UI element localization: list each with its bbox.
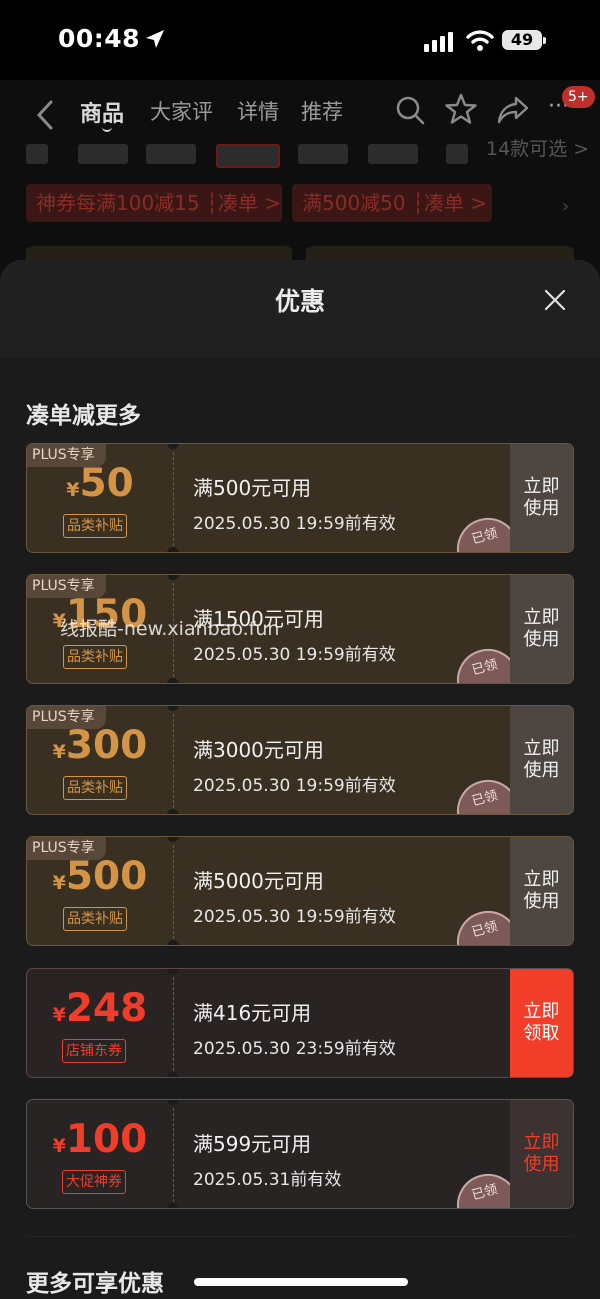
currency-symbol: ¥ <box>52 1004 66 1026</box>
location-arrow-icon <box>146 30 164 48</box>
wifi-icon <box>466 30 494 51</box>
coupon-divider <box>173 977 174 1071</box>
color-thumbnail-selected[interactable] <box>216 144 280 168</box>
chevron-right-icon[interactable]: › <box>562 196 569 217</box>
coupon-amount: ¥248 <box>27 986 173 1031</box>
coupon-notch <box>167 547 179 552</box>
search-icon[interactable] <box>394 94 426 126</box>
coupon-notch <box>167 969 179 974</box>
watermark-text: 线报酷-new.xianbao.fun <box>60 618 280 640</box>
coupon-value: 248 <box>65 986 148 1031</box>
battery-tip <box>543 37 546 44</box>
status-time: 00:48 <box>58 24 141 53</box>
coupon-action-label: 立即 使用 <box>523 1132 560 1175</box>
coupon-validity: 2025.05.30 19:59前有效 <box>193 645 396 665</box>
color-thumbnail[interactable] <box>298 144 348 164</box>
currency-symbol: ¥ <box>52 741 66 763</box>
coupon-validity: 2025.05.31前有效 <box>193 1170 342 1190</box>
coupon-amount: ¥50 <box>27 461 173 506</box>
currency-symbol: ¥ <box>66 479 80 501</box>
tab-reviews[interactable]: 大家评 <box>150 96 213 126</box>
coupon-action-label: 立即 使用 <box>523 607 560 650</box>
color-thumbnail[interactable] <box>446 144 468 164</box>
coupon-card[interactable]: PLUS专享 ¥50 品类补贴 满500元可用 2025.05.30 19:59前有… <box>26 443 574 553</box>
coupon-action-button[interactable]: 立即 使用 <box>510 706 573 814</box>
coupon-category-tag: 大促神券 <box>62 1170 126 1194</box>
close-icon[interactable] <box>544 289 566 311</box>
currency-symbol: ¥ <box>52 872 66 894</box>
currency-symbol: ¥ <box>52 1135 66 1157</box>
coupon-notch <box>167 706 179 711</box>
coupon-notch <box>167 575 179 580</box>
coupon-notch <box>167 1203 179 1208</box>
coupon-notch <box>167 837 179 842</box>
coupon-divider <box>173 714 174 808</box>
coupon-action-label: 立即 使用 <box>523 738 560 781</box>
home-indicator <box>194 1278 408 1286</box>
coupon-condition: 满3000元可用 <box>193 738 324 762</box>
coupon-validity: 2025.05.30 19:59前有效 <box>193 907 396 927</box>
battery-indicator: 49 <box>502 30 542 50</box>
coupon-notch <box>167 1100 179 1105</box>
coupon-value: 500 <box>65 854 148 899</box>
coupon-category-tag: 品类补贴 <box>63 776 127 800</box>
sheet-title: 优惠 <box>274 287 325 316</box>
coupon-amount: ¥500 <box>27 854 173 899</box>
coupon-divider <box>173 1108 174 1202</box>
coupon-condition: 满500元可用 <box>193 476 312 500</box>
coupon-card[interactable]: PLUS专享 ¥300 品类补贴 满3000元可用 2025.05.30 19:59… <box>26 705 574 815</box>
bg-coupon-chip[interactable]: 神券每满100减15 ┆凑单 > <box>26 184 282 222</box>
coupon-category-tag: 店铺东券 <box>62 1039 126 1063</box>
coupon-condition: 满416元可用 <box>193 1001 312 1025</box>
coupon-amount: ¥300 <box>27 723 173 768</box>
coupon-notch <box>167 444 179 449</box>
message-badge: 5+ <box>562 86 595 108</box>
divider <box>26 1236 574 1237</box>
coupon-condition: 满5000元可用 <box>193 869 324 893</box>
coupon-value: 300 <box>65 723 148 768</box>
favorite-star-icon[interactable] <box>444 92 478 126</box>
coupon-value: 50 <box>79 461 134 506</box>
tab-details[interactable]: 详情 <box>237 96 279 126</box>
coupon-card[interactable]: ¥100 大促神券 满599元可用 2025.05.31前有效 已领 立即 使用 <box>26 1099 574 1209</box>
coupon-validity: 2025.05.30 19:59前有效 <box>193 776 396 796</box>
cellular-signal-icon <box>424 32 453 52</box>
more-offers-title: 更多可享优惠 <box>26 1271 164 1297</box>
coupon-notch <box>167 1072 179 1077</box>
coupon-category-tag: 品类补贴 <box>63 645 127 669</box>
share-icon[interactable] <box>496 94 530 126</box>
coupon-action-label: 立即 领取 <box>523 1001 560 1044</box>
bg-coupon-chip[interactable]: 满500减50 ┆凑单 > <box>292 184 492 222</box>
coupon-validity: 2025.05.30 23:59前有效 <box>193 1039 396 1059</box>
color-thumbnail[interactable] <box>368 144 418 164</box>
coupon-card[interactable]: ¥248 店铺东券 满416元可用 2025.05.30 23:59前有效 立即 领取 <box>26 968 574 1078</box>
coupon-action-button[interactable]: 立即 使用 <box>510 837 573 945</box>
coupon-notch <box>167 678 179 683</box>
coupon-action-label: 立即 使用 <box>523 476 560 519</box>
color-thumbnail[interactable] <box>78 144 128 164</box>
tab-recommend[interactable]: 推荐 <box>301 96 343 126</box>
coupon-notch <box>167 940 179 945</box>
coupon-card[interactable]: PLUS专享 ¥500 品类补贴 满5000元可用 2025.05.30 19:59… <box>26 836 574 946</box>
coupon-divider <box>173 452 174 546</box>
coupon-action-button[interactable]: 立即 使用 <box>510 575 573 683</box>
coupon-action-button[interactable]: 立即 使用 <box>510 444 573 552</box>
section-title: 凑单减更多 <box>26 403 141 429</box>
coupon-value: 100 <box>65 1117 148 1162</box>
coupon-category-tag: 品类补贴 <box>63 907 127 931</box>
color-thumbnail[interactable] <box>146 144 196 164</box>
color-thumbnail[interactable] <box>26 144 48 164</box>
coupon-condition: 满599元可用 <box>193 1132 312 1156</box>
colors-count[interactable]: 14款可选 > <box>486 134 589 161</box>
coupon-notch <box>167 809 179 814</box>
coupon-action-button[interactable]: 立即 使用 <box>510 1100 573 1208</box>
back-arrow-icon[interactable] <box>34 98 56 132</box>
coupon-action-button[interactable]: 立即 领取 <box>510 969 573 1077</box>
coupon-amount: ¥100 <box>27 1117 173 1162</box>
coupon-validity: 2025.05.30 19:59前有效 <box>193 514 396 534</box>
coupon-category-tag: 品类补贴 <box>63 514 127 538</box>
coupon-divider <box>173 845 174 939</box>
coupon-action-label: 立即 使用 <box>523 869 560 912</box>
